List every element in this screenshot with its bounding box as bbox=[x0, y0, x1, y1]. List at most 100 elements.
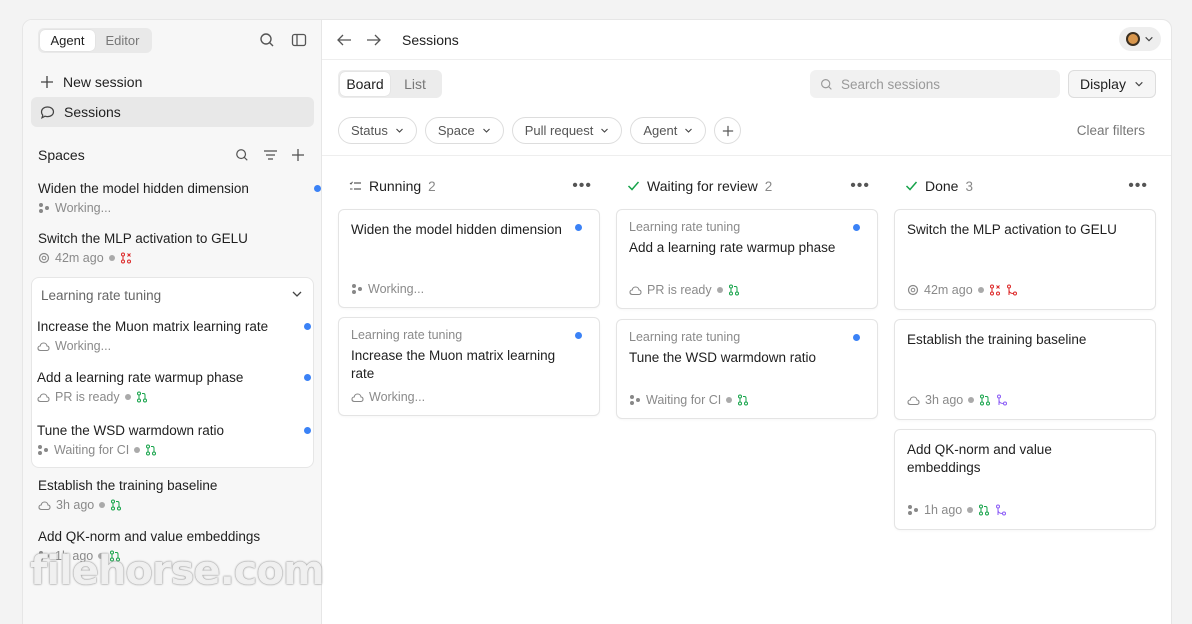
openai-icon bbox=[907, 284, 919, 296]
sessions-nav-item[interactable]: Sessions bbox=[31, 97, 314, 127]
session-card[interactable]: Widen the model hidden dimension Working… bbox=[338, 209, 600, 308]
account-menu-button[interactable] bbox=[1119, 27, 1161, 51]
card-space: Learning rate tuning bbox=[629, 220, 741, 234]
session-title: Tune the WSD warmdown ratio bbox=[37, 423, 225, 438]
add-space-icon[interactable] bbox=[288, 145, 308, 165]
view-toggle: Board List bbox=[338, 70, 442, 98]
card-title: Widen the model hidden dimension bbox=[351, 222, 562, 237]
page-title: Sessions bbox=[402, 31, 459, 48]
column-title: Done bbox=[925, 178, 959, 194]
search-icon bbox=[820, 78, 833, 91]
search-icon[interactable] bbox=[257, 30, 277, 50]
chevron-down-icon bbox=[1144, 34, 1154, 44]
session-title: Widen the model hidden dimension bbox=[38, 181, 249, 196]
filter-label: Pull request bbox=[524, 123, 594, 138]
chat-bubble-icon bbox=[40, 105, 55, 120]
sidebar-session-item[interactable]: Increase the Muon matrix learning rate W… bbox=[37, 319, 311, 353]
agent-mode-tab[interactable]: Agent bbox=[40, 30, 95, 51]
display-button[interactable]: Display bbox=[1068, 70, 1156, 98]
display-label: Display bbox=[1080, 76, 1126, 92]
unread-dot bbox=[304, 323, 311, 330]
sidebar-session-item[interactable]: Switch the MLP activation to GELU 42m ag… bbox=[38, 231, 313, 265]
add-filter-button[interactable] bbox=[714, 117, 742, 144]
session-title: Add a learning rate warmup phase bbox=[37, 370, 244, 385]
session-status: Waiting for CI bbox=[54, 443, 130, 457]
more-options-icon[interactable]: ••• bbox=[1128, 177, 1148, 195]
sidebar-session-item[interactable]: Widen the model hidden dimension Working… bbox=[38, 181, 321, 215]
cloud-icon bbox=[37, 341, 50, 352]
card-title: Add QK-norm and value embeddings bbox=[907, 442, 1052, 475]
pull-request-filter[interactable]: Pull request bbox=[511, 117, 623, 144]
merged-icon bbox=[996, 394, 1008, 406]
main-panel: Sessions Board List Display Status Space… bbox=[322, 20, 1171, 624]
card-status: PR is ready bbox=[647, 283, 712, 297]
status-filter[interactable]: Status bbox=[338, 117, 417, 144]
separator-dot bbox=[726, 397, 733, 403]
sidebar-session-item[interactable]: Establish the training baseline 3h ago bbox=[38, 478, 313, 512]
session-card[interactable]: Establish the training baseline 3h ago bbox=[894, 319, 1156, 420]
session-card[interactable]: Switch the MLP activation to GELU 42m ag… bbox=[894, 209, 1156, 310]
agent-icon bbox=[629, 394, 641, 406]
plus-icon bbox=[40, 75, 54, 89]
session-card[interactable]: Learning rate tuning Tune the WSD warmdo… bbox=[616, 319, 878, 419]
session-card[interactable]: Add QK-norm and value embeddings 1h ago bbox=[894, 429, 1156, 530]
forward-arrow-icon[interactable] bbox=[364, 30, 384, 50]
more-options-icon[interactable]: ••• bbox=[850, 177, 870, 195]
editor-mode-tab[interactable]: Editor bbox=[95, 30, 150, 51]
filter-label: Space bbox=[437, 123, 475, 138]
sidebar-session-item[interactable]: Tune the WSD warmdown ratio Waiting for … bbox=[37, 423, 311, 457]
space-filter[interactable]: Space bbox=[424, 117, 504, 144]
agent-icon bbox=[351, 283, 363, 295]
list-view-tab[interactable]: List bbox=[390, 72, 440, 96]
session-card[interactable]: Learning rate tuning Increase the Muon m… bbox=[338, 317, 600, 416]
back-arrow-icon[interactable] bbox=[334, 30, 354, 50]
unread-dot bbox=[853, 224, 860, 231]
chevron-down-icon[interactable] bbox=[291, 288, 303, 303]
pr-open-icon bbox=[979, 394, 991, 406]
session-status: PR is ready bbox=[55, 390, 120, 404]
sidebar-session-item[interactable]: Add a learning rate warmup phase PR is r… bbox=[37, 370, 311, 404]
search-spaces-icon[interactable] bbox=[232, 145, 252, 165]
pr-open-icon bbox=[978, 504, 990, 516]
unread-dot bbox=[304, 374, 311, 381]
sidebar: Agent Editor New session Sessions Spaces bbox=[23, 20, 322, 624]
clear-filters-link[interactable]: Clear filters bbox=[1077, 123, 1145, 138]
session-status: Working... bbox=[55, 201, 112, 215]
session-title: Add QK-norm and value embeddings bbox=[38, 529, 261, 544]
plus-icon bbox=[722, 125, 734, 137]
board-column-done: Done 3 ••• Switch the MLP activation to … bbox=[894, 177, 1156, 530]
search-input[interactable] bbox=[841, 76, 1041, 92]
board-view-tab[interactable]: Board bbox=[340, 72, 390, 96]
check-icon bbox=[905, 180, 918, 192]
avatar bbox=[1126, 32, 1140, 46]
unread-dot bbox=[304, 427, 311, 434]
sessions-label: Sessions bbox=[64, 104, 121, 120]
session-card[interactable]: Learning rate tuning Add a learning rate… bbox=[616, 209, 878, 309]
search-sessions-box bbox=[810, 70, 1060, 98]
separator-dot bbox=[99, 502, 106, 508]
running-icon bbox=[349, 180, 362, 192]
space-group-name[interactable]: Learning rate tuning bbox=[41, 288, 161, 303]
cloud-icon bbox=[37, 392, 50, 403]
session-time: 42m ago bbox=[55, 251, 104, 265]
session-title: Establish the training baseline bbox=[38, 478, 218, 493]
column-count: 2 bbox=[428, 178, 436, 194]
mode-toggle: Agent Editor bbox=[38, 28, 152, 53]
card-title: Establish the training baseline bbox=[907, 332, 1087, 347]
separator-dot bbox=[134, 447, 141, 453]
new-session-button[interactable]: New session bbox=[31, 67, 314, 97]
card-time: 42m ago bbox=[924, 283, 973, 297]
column-title: Running bbox=[369, 178, 422, 194]
session-title: Switch the MLP activation to GELU bbox=[38, 231, 248, 246]
agent-filter[interactable]: Agent bbox=[630, 117, 707, 144]
cloud-icon bbox=[907, 395, 920, 406]
column-count: 3 bbox=[965, 178, 973, 194]
filter-icon[interactable] bbox=[260, 145, 280, 165]
pr-open-icon bbox=[145, 444, 157, 456]
top-bar: Sessions bbox=[322, 20, 1171, 60]
card-time: 3h ago bbox=[925, 393, 964, 407]
card-status: Waiting for CI bbox=[646, 393, 722, 407]
card-space: Learning rate tuning bbox=[629, 330, 741, 344]
more-options-icon[interactable]: ••• bbox=[572, 177, 592, 195]
sidebar-toggle-icon[interactable] bbox=[289, 30, 309, 50]
